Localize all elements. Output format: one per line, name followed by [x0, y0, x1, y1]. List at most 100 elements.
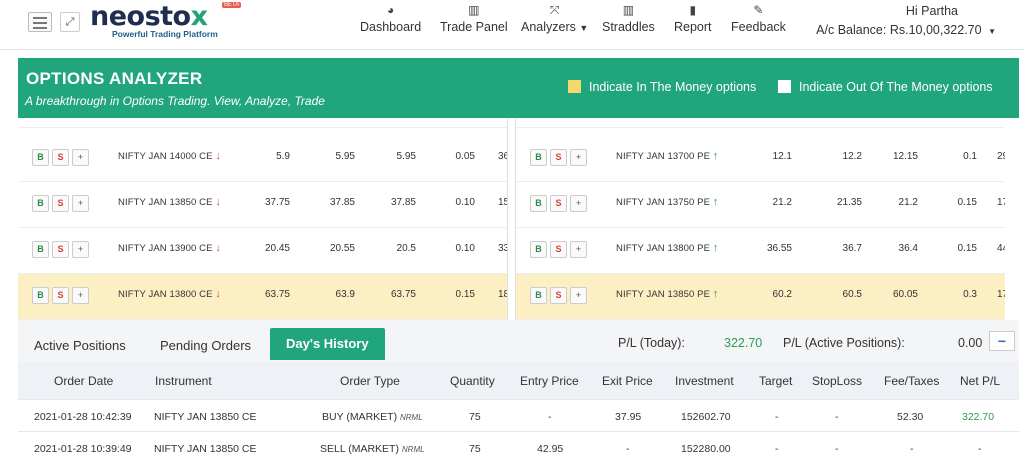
tab-days-history[interactable]: Day's History — [270, 328, 385, 360]
buy-button[interactable]: B — [32, 241, 49, 258]
option-name[interactable]: NIFTY JAN 13750 PE ↑ — [616, 196, 718, 208]
col-order-date: Order Date — [54, 374, 114, 388]
option-row: B S + NIFTY JAN 13800 PE ↑ 36.55 36.7 36.4… — [516, 228, 1005, 274]
buy-button[interactable]: B — [32, 195, 49, 212]
nav-label: Trade Panel — [440, 20, 508, 34]
nav-report[interactable]: ▮ Report — [674, 2, 712, 34]
nav-label: Dashboard — [360, 20, 422, 34]
option-row: B S + NIFTY JAN 13700 PE ↑ 12.1 12.2 12.15… — [516, 136, 1005, 182]
compress-arrows-icon: ⤧ — [549, 3, 560, 17]
ask-value: 20.55 — [329, 243, 355, 254]
bid-value: 63.75 — [390, 289, 416, 300]
table-header: Order Date Instrument Order Type Quantit… — [18, 362, 1019, 400]
sell-button[interactable]: S — [52, 287, 69, 304]
nav-straddles[interactable]: ▥ Straddles — [602, 2, 655, 34]
nav-dashboard[interactable]: ◕ Dashboard — [360, 2, 421, 34]
bid-value: 12.15 — [892, 151, 918, 162]
buy-button[interactable]: B — [530, 195, 547, 212]
option-row: B S + NIFTY JAN 13750 PE ↑ 21.2 21.35 21.2… — [516, 182, 1005, 228]
caret-down-icon: ▼ — [579, 23, 589, 33]
add-button[interactable]: + — [72, 241, 89, 258]
bid-value: 21.2 — [898, 197, 918, 208]
user-menu[interactable]: Hi Partha A/c Balance: Rs.10,00,322.70 ▼ — [816, 4, 996, 37]
ltp-value: 20.45 — [264, 243, 290, 254]
buy-button[interactable]: B — [530, 241, 547, 258]
add-button[interactable]: + — [72, 195, 89, 212]
cell-entry: - — [548, 411, 552, 423]
nav-analyzers[interactable]: ⤧ Analyzers ▼ — [521, 2, 588, 34]
table-row[interactable]: 2021-01-28 10:39:49 NIFTY JAN 13850 CE S… — [18, 432, 1019, 462]
oi-value: 15 — [498, 197, 507, 208]
nav-feedback[interactable]: ✎ Feedback — [731, 2, 786, 34]
table-row[interactable]: 2021-01-28 10:42:39 NIFTY JAN 13850 CE B… — [18, 400, 1019, 432]
sell-button[interactable]: S — [550, 195, 567, 212]
logo-text: neostox — [90, 1, 208, 32]
sell-button[interactable]: S — [52, 195, 69, 212]
sell-button[interactable]: S — [550, 287, 567, 304]
cell-exit: - — [626, 443, 630, 455]
logo[interactable]: neostox Powerful Trading Platform BETA — [90, 1, 242, 42]
buy-button[interactable]: B — [530, 149, 547, 166]
add-button[interactable]: + — [570, 149, 587, 166]
menu-icon[interactable] — [28, 12, 52, 32]
option-row-partial: BS+ — [18, 118, 507, 128]
ltp-value: 21.2 — [772, 197, 792, 208]
sell-button[interactable]: S — [52, 149, 69, 166]
cell-entry: 42.95 — [537, 443, 564, 455]
beta-badge: BETA — [222, 2, 242, 8]
page-subtitle: A breakthrough in Options Trading. View,… — [25, 94, 325, 108]
sell-button[interactable]: S — [550, 149, 567, 166]
add-button[interactable]: + — [570, 195, 587, 212]
add-button[interactable]: + — [72, 149, 89, 166]
add-button[interactable]: + — [570, 241, 587, 258]
nav-label: Analyzers ▼ — [521, 20, 589, 34]
buy-button[interactable]: B — [32, 287, 49, 304]
cell-exit: 37.95 — [615, 411, 642, 423]
cell-investment: 152280.00 — [681, 443, 731, 455]
sell-button[interactable]: S — [52, 241, 69, 258]
ltp-value: 12.1 — [772, 151, 792, 162]
option-name[interactable]: NIFTY JAN 13850 PE ↑ — [616, 288, 718, 300]
arrow-up-icon: ↑ — [712, 196, 719, 208]
cell-quantity: 75 — [469, 443, 481, 455]
add-button[interactable]: + — [570, 287, 587, 304]
cell-date: 2021-01-28 10:42:39 — [34, 411, 132, 423]
col-investment: Investment — [675, 374, 734, 388]
fullscreen-icon[interactable]: ⤢ — [60, 12, 80, 32]
col-quantity: Quantity — [450, 374, 495, 388]
option-name[interactable]: NIFTY JAN 13900 CE ↓ — [118, 242, 221, 254]
pl-active-value: 0.00 — [958, 336, 983, 350]
pencil-icon: ✎ — [753, 3, 764, 17]
nav-trade-panel[interactable]: ▥ Trade Panel — [440, 2, 508, 34]
option-name[interactable]: NIFTY JAN 13700 PE ↑ — [616, 150, 718, 162]
option-row: B S + NIFTY JAN 14000 CE ↓ 5.9 5.95 5.95 0… — [18, 136, 507, 182]
change-value: 0.10 — [455, 243, 475, 254]
cell-net-pl: 322.70 — [962, 411, 995, 423]
option-name[interactable]: NIFTY JAN 13800 PE ↑ — [616, 242, 718, 254]
option-row: B S + NIFTY JAN 13850 CE ↓ 37.75 37.85 37.… — [18, 182, 507, 228]
cell-target: - — [775, 443, 779, 455]
ltp-value: 5.9 — [276, 151, 290, 162]
ask-value: 12.2 — [842, 151, 862, 162]
collapse-button[interactable]: − — [989, 331, 1015, 351]
buy-button[interactable]: B — [530, 287, 547, 304]
bid-value: 36.4 — [898, 243, 918, 254]
option-name[interactable]: NIFTY JAN 13800 CE ↓ — [118, 288, 221, 300]
bid-value: 5.95 — [396, 151, 416, 162]
change-value: 0.15 — [957, 243, 977, 254]
page-title: OPTIONS ANALYZER — [26, 69, 203, 88]
tab-active-positions[interactable]: Active Positions — [34, 330, 126, 362]
nav-label: Report — [674, 20, 712, 34]
sell-button[interactable]: S — [550, 241, 567, 258]
oi-value: 17 — [997, 289, 1005, 300]
options-chain: BS+ BS+ NIFTY JAN 14000 CE ↓ 5.9 5.95 5.… — [18, 118, 1019, 320]
add-button[interactable]: + — [72, 287, 89, 304]
caret-down-icon: ▼ — [988, 27, 996, 36]
option-name[interactable]: NIFTY JAN 14000 CE ↓ — [118, 150, 221, 162]
buy-button[interactable]: B — [32, 149, 49, 166]
bar-chart-icon: ▥ — [468, 3, 480, 17]
cell-date: 2021-01-28 10:39:49 — [34, 443, 132, 455]
tab-pending-orders[interactable]: Pending Orders — [160, 330, 251, 362]
option-name[interactable]: NIFTY JAN 13850 CE ↓ — [118, 196, 221, 208]
option-row-itm: B S + NIFTY JAN 13850 PE ↑ 60.2 60.5 60.05… — [516, 274, 1005, 320]
